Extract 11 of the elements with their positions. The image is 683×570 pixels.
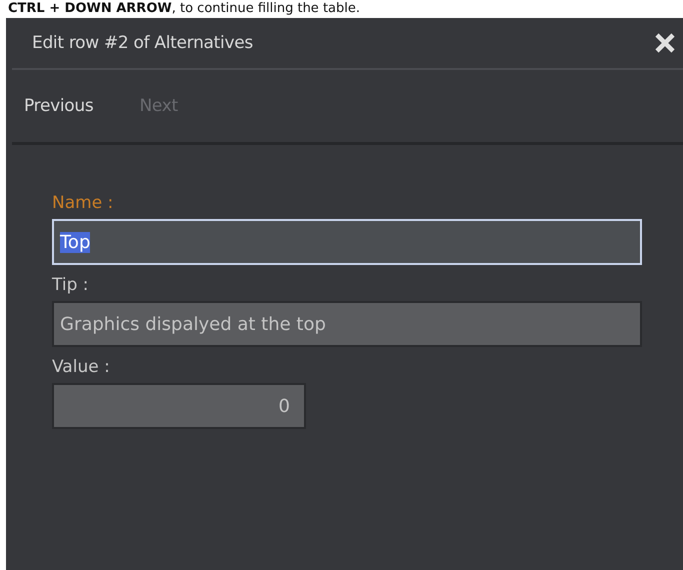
instruction-text: CTRL + DOWN ARROW, to continue filling the table. [7,0,361,18]
field-label: Value : [52,357,110,377]
input-field[interactable]: Graphics dispalyed at the top [52,301,642,347]
previous-button[interactable]: Previous [24,96,94,116]
field-label: Tip : [52,275,89,295]
dialog-title: Edit row #2 of Alternatives [32,33,253,53]
input-field[interactable]: Top [52,219,642,265]
close-icon [654,32,676,54]
close-button[interactable] [653,31,677,55]
field-label: Name : [52,193,114,213]
input-field[interactable]: 0 [52,383,306,429]
